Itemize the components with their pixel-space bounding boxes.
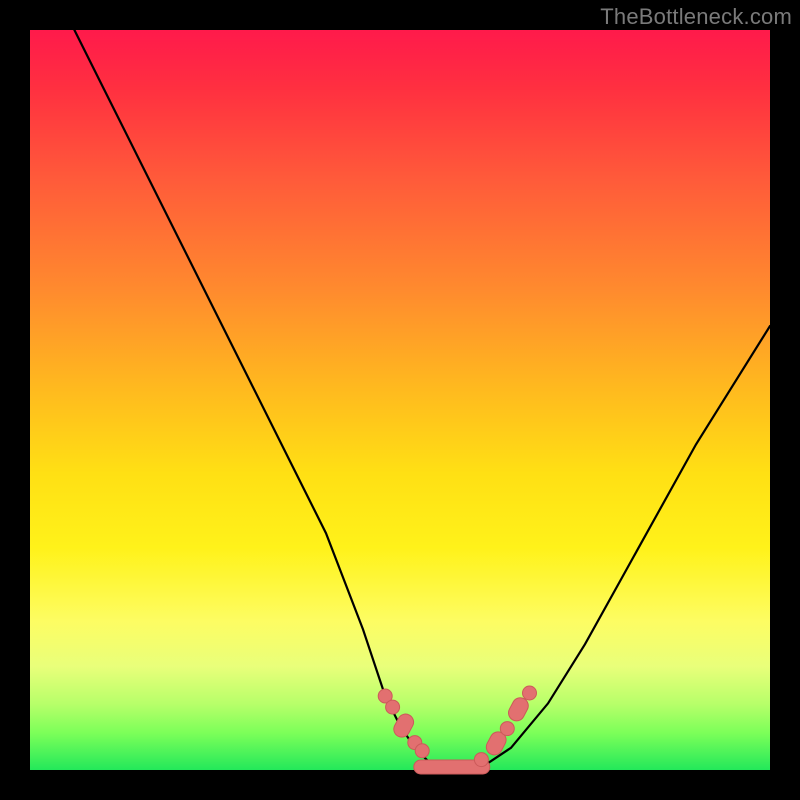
chart-svg (30, 30, 770, 770)
bottleneck-curve (74, 30, 770, 770)
right-dot-1 (474, 753, 488, 767)
left-dot-4 (415, 744, 429, 758)
watermark-text: TheBottleneck.com (600, 4, 792, 30)
plot-area (30, 30, 770, 770)
right-dot-3 (523, 686, 537, 700)
left-dot-2 (386, 700, 400, 714)
right-dot-2 (500, 722, 514, 736)
marker-group (378, 686, 536, 774)
chart-frame: TheBottleneck.com (0, 0, 800, 800)
